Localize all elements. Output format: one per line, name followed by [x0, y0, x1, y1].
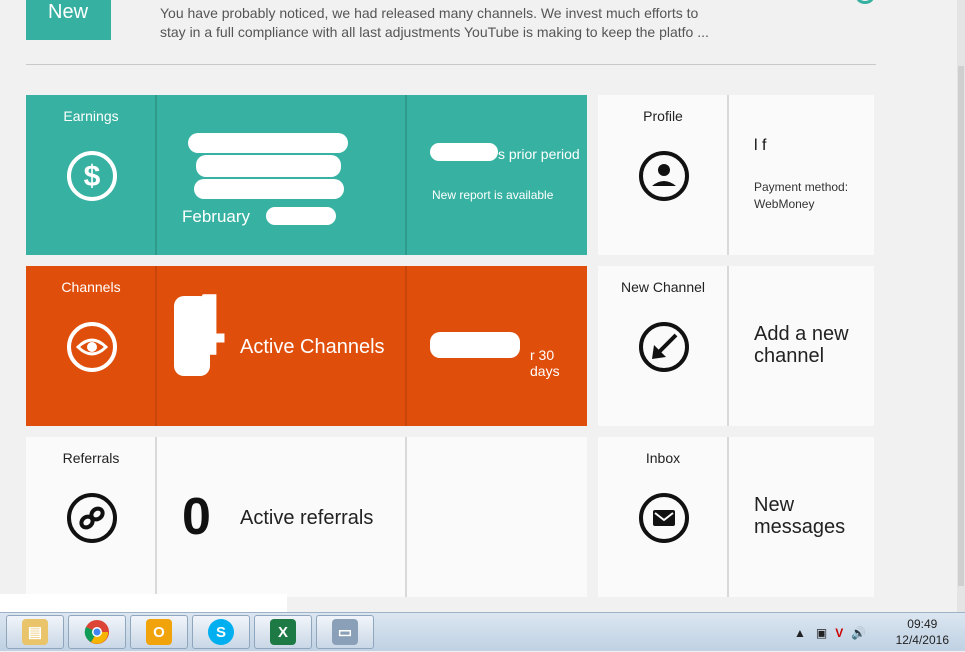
- new-channel-tile[interactable]: New Channel Add a new channel: [598, 266, 874, 426]
- referrals-tile[interactable]: Referrals 0 Active referrals: [26, 437, 587, 597]
- news-line-2: stay in a full compliance with all last …: [160, 24, 709, 40]
- system-tray: ▲ ▣ V 🔊: [794, 613, 866, 652]
- referrals-count: 0: [182, 488, 211, 546]
- scrollbar-thumb[interactable]: [958, 66, 964, 586]
- remote-desktop-icon: ▭: [332, 619, 358, 645]
- redaction-mark: [188, 133, 348, 153]
- new-messages-line-2: messages: [754, 516, 846, 538]
- eye-icon: [67, 322, 117, 372]
- arrow-in-icon: [639, 322, 689, 372]
- tile-separator: [405, 437, 407, 597]
- redaction-mark: [174, 296, 210, 376]
- profile-name: l f: [754, 137, 767, 154]
- news-status-dot: [856, 0, 874, 4]
- clock-date: 12/4/2016: [895, 633, 949, 647]
- outlook-icon: O: [146, 619, 172, 645]
- clock-time: 09:49: [907, 617, 938, 631]
- divider: [26, 64, 876, 65]
- remote-desktop-taskbar-button[interactable]: ▭: [316, 615, 374, 649]
- volume-icon[interactable]: 🔊: [851, 626, 866, 640]
- redaction-mark: [266, 207, 336, 225]
- new-messages-line-1: New: [754, 494, 795, 516]
- excel-taskbar-button[interactable]: X: [254, 615, 312, 649]
- earnings-period: February: [182, 207, 251, 226]
- outlook-taskbar-button[interactable]: O: [130, 615, 188, 649]
- clock[interactable]: 09:49 12/4/2016: [896, 616, 949, 648]
- news-text[interactable]: You have probably noticed, we had releas…: [160, 4, 750, 42]
- channels-active-text: Active Channels: [240, 336, 385, 358]
- antivirus-icon[interactable]: V: [835, 626, 843, 640]
- redaction-mark: [196, 155, 341, 177]
- earnings-label: Earnings: [63, 108, 119, 124]
- chrome-icon: [84, 620, 109, 644]
- chrome-taskbar-button[interactable]: [68, 615, 126, 649]
- overlay-patch: [0, 594, 287, 612]
- new-messages-text[interactable]: New messages: [754, 494, 845, 538]
- network-icon[interactable]: ▣: [816, 626, 827, 640]
- channels-days-text: r 30 days: [530, 347, 560, 379]
- excel-icon: X: [270, 619, 296, 645]
- redaction-mark: [430, 143, 498, 161]
- add-channel-line-1: Add a new: [754, 323, 849, 345]
- profile-tile[interactable]: Profile l f Payment method: WebMoney: [598, 95, 874, 255]
- user-icon: [639, 151, 689, 201]
- earnings-tile[interactable]: Earnings $ February s prior period New r…: [26, 95, 587, 255]
- referrals-label: Referrals: [62, 450, 120, 466]
- link-icon: [67, 493, 117, 543]
- tile-separator: [405, 266, 407, 426]
- earnings-prior-period: s prior period: [498, 146, 580, 162]
- new-channel-label: New Channel: [620, 279, 706, 295]
- channels-tile[interactable]: Channels 4 Active Channels r 30 days: [26, 266, 587, 426]
- referrals-active-text: Active referrals: [240, 507, 374, 529]
- add-channel-text[interactable]: Add a new channel: [754, 323, 849, 367]
- channels-label: Channels: [61, 279, 121, 295]
- skype-taskbar-button[interactable]: S: [192, 615, 250, 649]
- tile-separator: [405, 95, 407, 255]
- news-badge[interactable]: New: [26, 0, 111, 40]
- payment-method-label: Payment method:: [754, 180, 849, 194]
- svg-text:$: $: [84, 160, 101, 193]
- explorer-icon: ▤: [22, 619, 48, 645]
- earnings-report-notice[interactable]: New report is available: [432, 188, 553, 202]
- inbox-label: Inbox: [645, 450, 681, 466]
- news-line-1: You have probably noticed, we had releas…: [160, 5, 699, 21]
- inbox-tile[interactable]: Inbox New messages: [598, 437, 874, 597]
- add-channel-line-2: channel: [754, 345, 825, 367]
- explorer-taskbar-button[interactable]: ▤: [6, 615, 64, 649]
- profile-label: Profile: [643, 108, 683, 124]
- payment-method-value: WebMoney: [754, 197, 815, 211]
- redaction-mark: [194, 179, 344, 199]
- redaction-mark: [430, 332, 520, 358]
- dollar-icon: $: [67, 151, 117, 201]
- tray-expand-icon[interactable]: ▲: [794, 626, 806, 640]
- skype-icon: S: [208, 619, 234, 645]
- taskbar: ▤ O S X ▭ ▲ ▣ V 🔊 09:49 12/4/2016: [0, 612, 965, 651]
- mail-icon: [639, 493, 689, 543]
